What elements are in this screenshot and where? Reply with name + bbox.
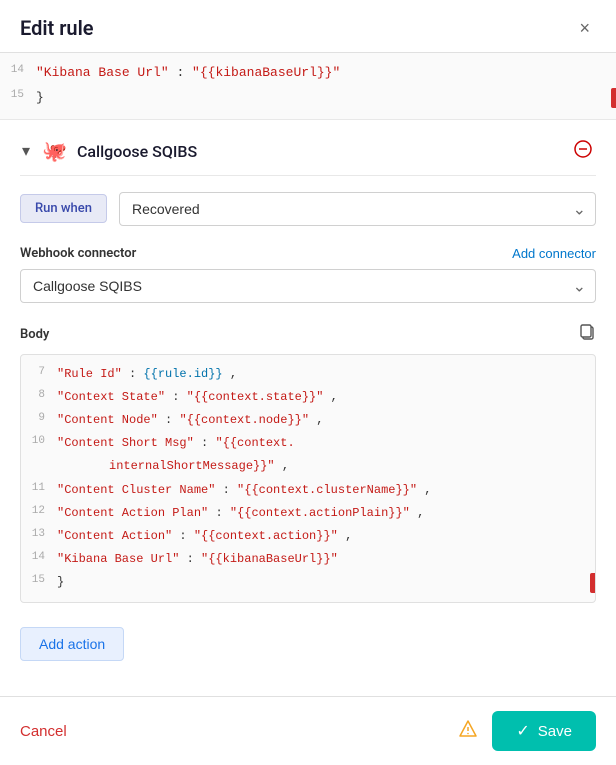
run-when-row: Run when Active Recovered No data Error … (20, 192, 596, 226)
modal-body: 14 "Kibana Base Url" : "{{kibanaBaseUrl}… (0, 53, 616, 696)
run-when-select-wrapper: Active Recovered No data Error ⌄ (119, 192, 596, 226)
body-code-editor: 7 "Rule Id" : {{rule.id}} , 8 "Context S… (20, 354, 596, 604)
webhook-connector-section: Webhook connector Add connector Callgoos… (20, 246, 596, 303)
remove-action-button[interactable] (570, 138, 596, 165)
run-when-select[interactable]: Active Recovered No data Error (119, 192, 596, 226)
save-button[interactable]: ✓ Save (492, 711, 596, 751)
body-line-8: 8 "Context State" : "{{context.state}}" … (21, 386, 595, 409)
body-line-11: 11 "Content Cluster Name" : "{{context.c… (21, 479, 595, 502)
footer-right: ✓ Save (458, 711, 596, 751)
connector-select[interactable]: Callgoose SQIBS (20, 269, 596, 303)
body-line-15: 15 } (21, 571, 595, 594)
body-line-12: 12 "Content Action Plan" : "{{context.ac… (21, 502, 595, 525)
close-button[interactable]: × (573, 17, 596, 39)
warning-icon (458, 719, 478, 744)
body-line-10-cont: internalShortMessage}}" , (21, 455, 595, 478)
modal-title: Edit rule (20, 16, 94, 40)
body-line-9: 9 "Content Node" : "{{context.node}}" , (21, 409, 595, 432)
body-line-14: 14 "Kibana Base Url" : "{{kibanaBaseUrl}… (21, 548, 595, 571)
body-error-marker (590, 573, 595, 593)
add-connector-button[interactable]: Add connector (512, 246, 596, 261)
top-code-line-14: 14 "Kibana Base Url" : "{{kibanaBaseUrl}… (0, 61, 616, 86)
save-label: Save (538, 723, 572, 740)
webhook-connector-header: Webhook connector Add connector (20, 246, 596, 261)
checkmark-icon: ✓ (516, 721, 529, 741)
modal-footer: Cancel ✓ Save (0, 696, 616, 765)
copy-body-button[interactable] (578, 323, 596, 346)
copy-icon (578, 323, 596, 341)
run-when-label: Run when (20, 194, 107, 223)
collapse-button[interactable]: ▾ (20, 139, 32, 163)
top-code-line-15: 15 } (0, 86, 616, 111)
action-header: ▾ 🐙 Callgoose SQIBS (20, 124, 596, 176)
minus-circle-icon (574, 140, 592, 158)
body-line-7: 7 "Rule Id" : {{rule.id}} , (21, 363, 595, 386)
add-action-button[interactable]: Add action (20, 627, 124, 661)
action-name: Callgoose SQIBS (77, 142, 560, 161)
edit-rule-modal: Edit rule × 14 "Kibana Base Url" : "{{ki… (0, 0, 616, 765)
body-line-10: 10 "Content Short Msg" : "{{context. (21, 432, 595, 455)
connector-select-wrapper: Callgoose SQIBS ⌄ (20, 269, 596, 303)
body-label: Body (20, 327, 49, 342)
action-section: ▾ 🐙 Callgoose SQIBS Run when Active Reco… (0, 124, 616, 612)
webhook-connector-label: Webhook connector (20, 246, 136, 261)
modal-header: Edit rule × (0, 0, 616, 53)
body-header: Body (20, 323, 596, 346)
cancel-button[interactable]: Cancel (20, 723, 67, 740)
body-line-13: 13 "Content Action" : "{{context.action}… (21, 525, 595, 548)
top-code-block: 14 "Kibana Base Url" : "{{kibanaBaseUrl}… (0, 53, 616, 120)
action-type-icon: 🐙 (42, 139, 67, 163)
add-action-section: Add action (0, 611, 616, 677)
body-section: Body 7 "Rule Id" : {{ru (20, 323, 596, 604)
top-error-marker (611, 88, 616, 108)
